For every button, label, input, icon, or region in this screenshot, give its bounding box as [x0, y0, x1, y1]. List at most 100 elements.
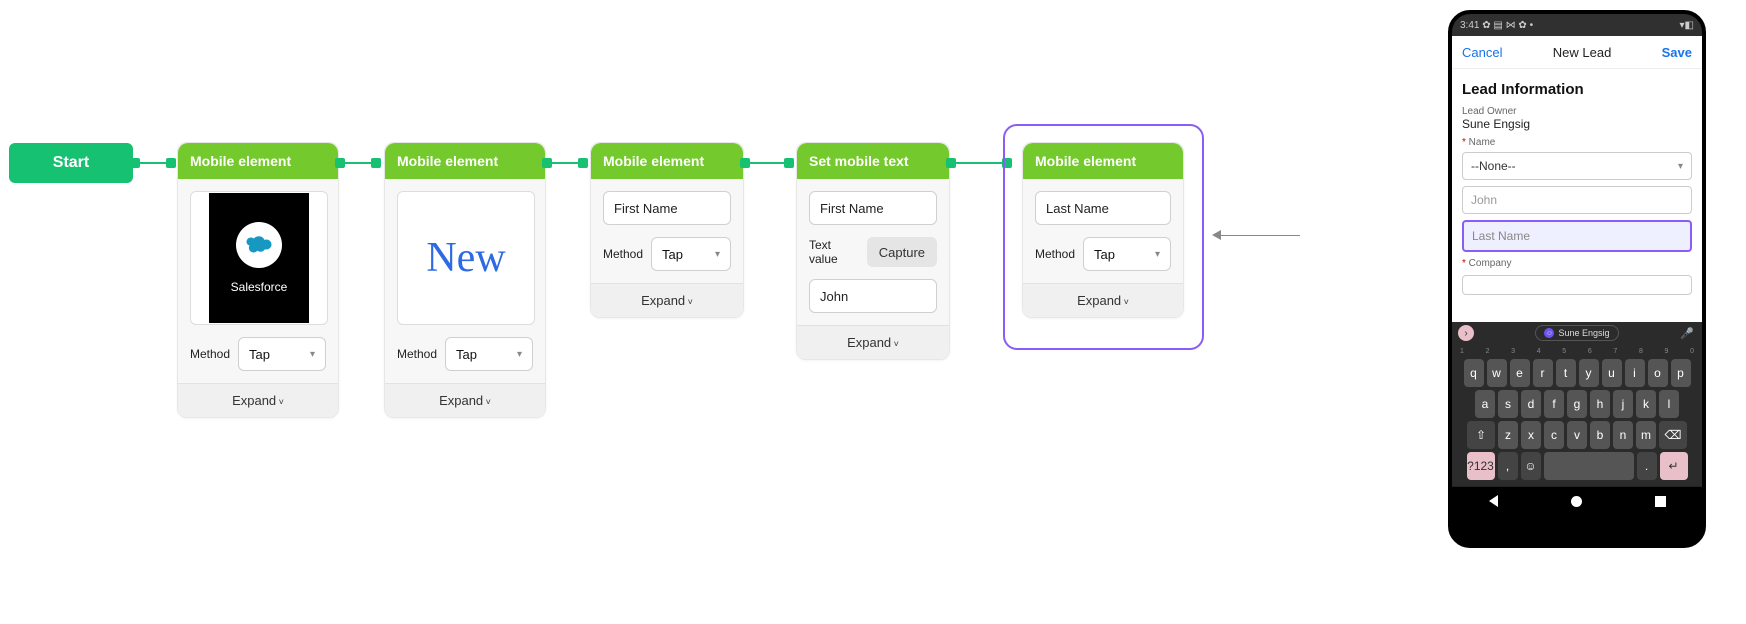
key-w[interactable]: w — [1487, 359, 1507, 387]
salesforce-app-tile: Salesforce — [209, 193, 309, 323]
key-i[interactable]: i — [1625, 359, 1645, 387]
text-value-input[interactable] — [809, 279, 937, 313]
key-c[interactable]: c — [1544, 421, 1564, 449]
node-mobile-element-3[interactable]: Mobile element Method Tap ▾ Expand ˅ — [590, 142, 744, 318]
cancel-button[interactable]: Cancel — [1462, 45, 1502, 60]
node-title: Mobile element — [591, 143, 743, 179]
suggestion-text: Sune Engsig — [1558, 328, 1609, 338]
name-label: * Name — [1462, 137, 1692, 148]
method-select[interactable]: Tap ▾ — [1083, 237, 1171, 271]
key-,[interactable]: , — [1498, 452, 1518, 480]
key-y[interactable]: y — [1579, 359, 1599, 387]
keyboard: 1234567890 qwertyuiop asdfghjkl ⇧zxcvbnm… — [1452, 344, 1702, 486]
suggestion-chip[interactable]: ☺ Sune Engsig — [1535, 325, 1618, 341]
capture-button[interactable]: Capture — [867, 237, 937, 267]
last-name-field[interactable]: Last Name — [1462, 220, 1692, 252]
key-s[interactable]: s — [1498, 390, 1518, 418]
node-title: Mobile element — [178, 143, 338, 179]
node-mobile-element-5[interactable]: Mobile element Method Tap ▾ Expand ˅ — [1022, 142, 1184, 318]
key-⇧[interactable]: ⇧ — [1467, 421, 1495, 449]
key-x[interactable]: x — [1521, 421, 1541, 449]
port — [784, 158, 794, 168]
method-value: Tap — [456, 347, 477, 362]
port — [542, 158, 552, 168]
key-o[interactable]: o — [1648, 359, 1668, 387]
salutation-select[interactable]: --None-- ▾ — [1462, 152, 1692, 180]
key-[interactable] — [1544, 452, 1634, 480]
port — [371, 158, 381, 168]
node-mobile-element-1[interactable]: Mobile element Salesforce Method Tap ▾ E… — [177, 142, 339, 418]
status-left-icons: ✿ ▤ ⋈ ✿ • — [1482, 20, 1533, 31]
target-element-field[interactable] — [1035, 191, 1171, 225]
key-f[interactable]: f — [1544, 390, 1564, 418]
expand-button[interactable]: Expand ˅ — [178, 383, 338, 417]
key-k[interactable]: k — [1636, 390, 1656, 418]
expand-label: Expand — [847, 335, 891, 350]
chevron-down-icon: ▾ — [1678, 161, 1683, 172]
expand-button[interactable]: Expand ˅ — [1023, 283, 1183, 317]
key-☺[interactable]: ☺ — [1521, 452, 1541, 480]
company-label: * Company — [1462, 258, 1692, 269]
save-button[interactable]: Save — [1662, 45, 1692, 60]
expand-button[interactable]: Expand ˅ — [385, 383, 545, 417]
screen-title: New Lead — [1553, 45, 1612, 60]
node-mobile-element-2[interactable]: Mobile element New Method Tap ▾ Expand ˅ — [384, 142, 546, 418]
key-h[interactable]: h — [1590, 390, 1610, 418]
expand-button[interactable]: Expand ˅ — [591, 283, 743, 317]
lead-owner-label: Lead Owner — [1462, 106, 1692, 117]
key-t[interactable]: t — [1556, 359, 1576, 387]
salutation-value: --None-- — [1471, 159, 1516, 173]
method-row: Method Tap ▾ — [1035, 237, 1171, 271]
arrow-left-icon — [1212, 230, 1221, 240]
key-↵[interactable]: ↵ — [1660, 452, 1688, 480]
key-v[interactable]: v — [1567, 421, 1587, 449]
mic-icon[interactable]: 🎤 — [1680, 327, 1694, 340]
phone-status-bar: 3:41 ✿ ▤ ⋈ ✿ • ▾◧ — [1452, 14, 1702, 36]
method-select[interactable]: Tap ▾ — [445, 337, 533, 371]
key-b[interactable]: b — [1590, 421, 1610, 449]
target-element-field[interactable] — [809, 191, 937, 225]
salesforce-caption: Salesforce — [231, 280, 288, 294]
key-r[interactable]: r — [1533, 359, 1553, 387]
port — [335, 158, 345, 168]
company-field[interactable] — [1462, 275, 1692, 295]
key-q[interactable]: q — [1464, 359, 1484, 387]
nav-recent-icon[interactable] — [1655, 496, 1666, 507]
key-m[interactable]: m — [1636, 421, 1656, 449]
target-element-field[interactable] — [603, 191, 731, 225]
status-right-icons: ▾◧ — [1680, 20, 1694, 31]
expand-label: Expand — [1077, 293, 1121, 308]
key-z[interactable]: z — [1498, 421, 1518, 449]
method-select[interactable]: Tap ▾ — [238, 337, 326, 371]
key-?123[interactable]: ?123 — [1467, 452, 1495, 480]
key-.[interactable]: . — [1637, 452, 1657, 480]
key-d[interactable]: d — [1521, 390, 1541, 418]
method-select[interactable]: Tap ▾ — [651, 237, 731, 271]
first-name-field[interactable]: John — [1462, 186, 1692, 214]
suggestion-expand-icon[interactable]: › — [1458, 325, 1474, 341]
key-n[interactable]: n — [1613, 421, 1633, 449]
key-p[interactable]: p — [1671, 359, 1691, 387]
key-a[interactable]: a — [1475, 390, 1495, 418]
key-⌫[interactable]: ⌫ — [1659, 421, 1687, 449]
nav-home-icon[interactable] — [1571, 496, 1582, 507]
method-label: Method — [1035, 247, 1075, 261]
node-title: Set mobile text — [797, 143, 949, 179]
key-j[interactable]: j — [1613, 390, 1633, 418]
mapping-arrow — [1220, 235, 1300, 236]
method-row: Method Tap ▾ — [397, 337, 533, 371]
connector — [552, 162, 580, 164]
nav-back-icon[interactable] — [1489, 495, 1498, 507]
flow-canvas: Start Mobile element Salesforce Method T… — [0, 0, 1746, 624]
start-node[interactable]: Start — [9, 143, 133, 183]
text-value-row: Text value Capture — [809, 237, 937, 267]
expand-button[interactable]: Expand ˅ — [797, 325, 949, 359]
phone-form: Lead Information Lead Owner Sune Engsig … — [1452, 69, 1702, 322]
expand-label: Expand — [439, 393, 483, 408]
key-l[interactable]: l — [1659, 390, 1679, 418]
node-set-mobile-text[interactable]: Set mobile text Text value Capture Expan… — [796, 142, 950, 360]
key-g[interactable]: g — [1567, 390, 1587, 418]
connector — [956, 162, 1004, 164]
key-u[interactable]: u — [1602, 359, 1622, 387]
key-e[interactable]: e — [1510, 359, 1530, 387]
